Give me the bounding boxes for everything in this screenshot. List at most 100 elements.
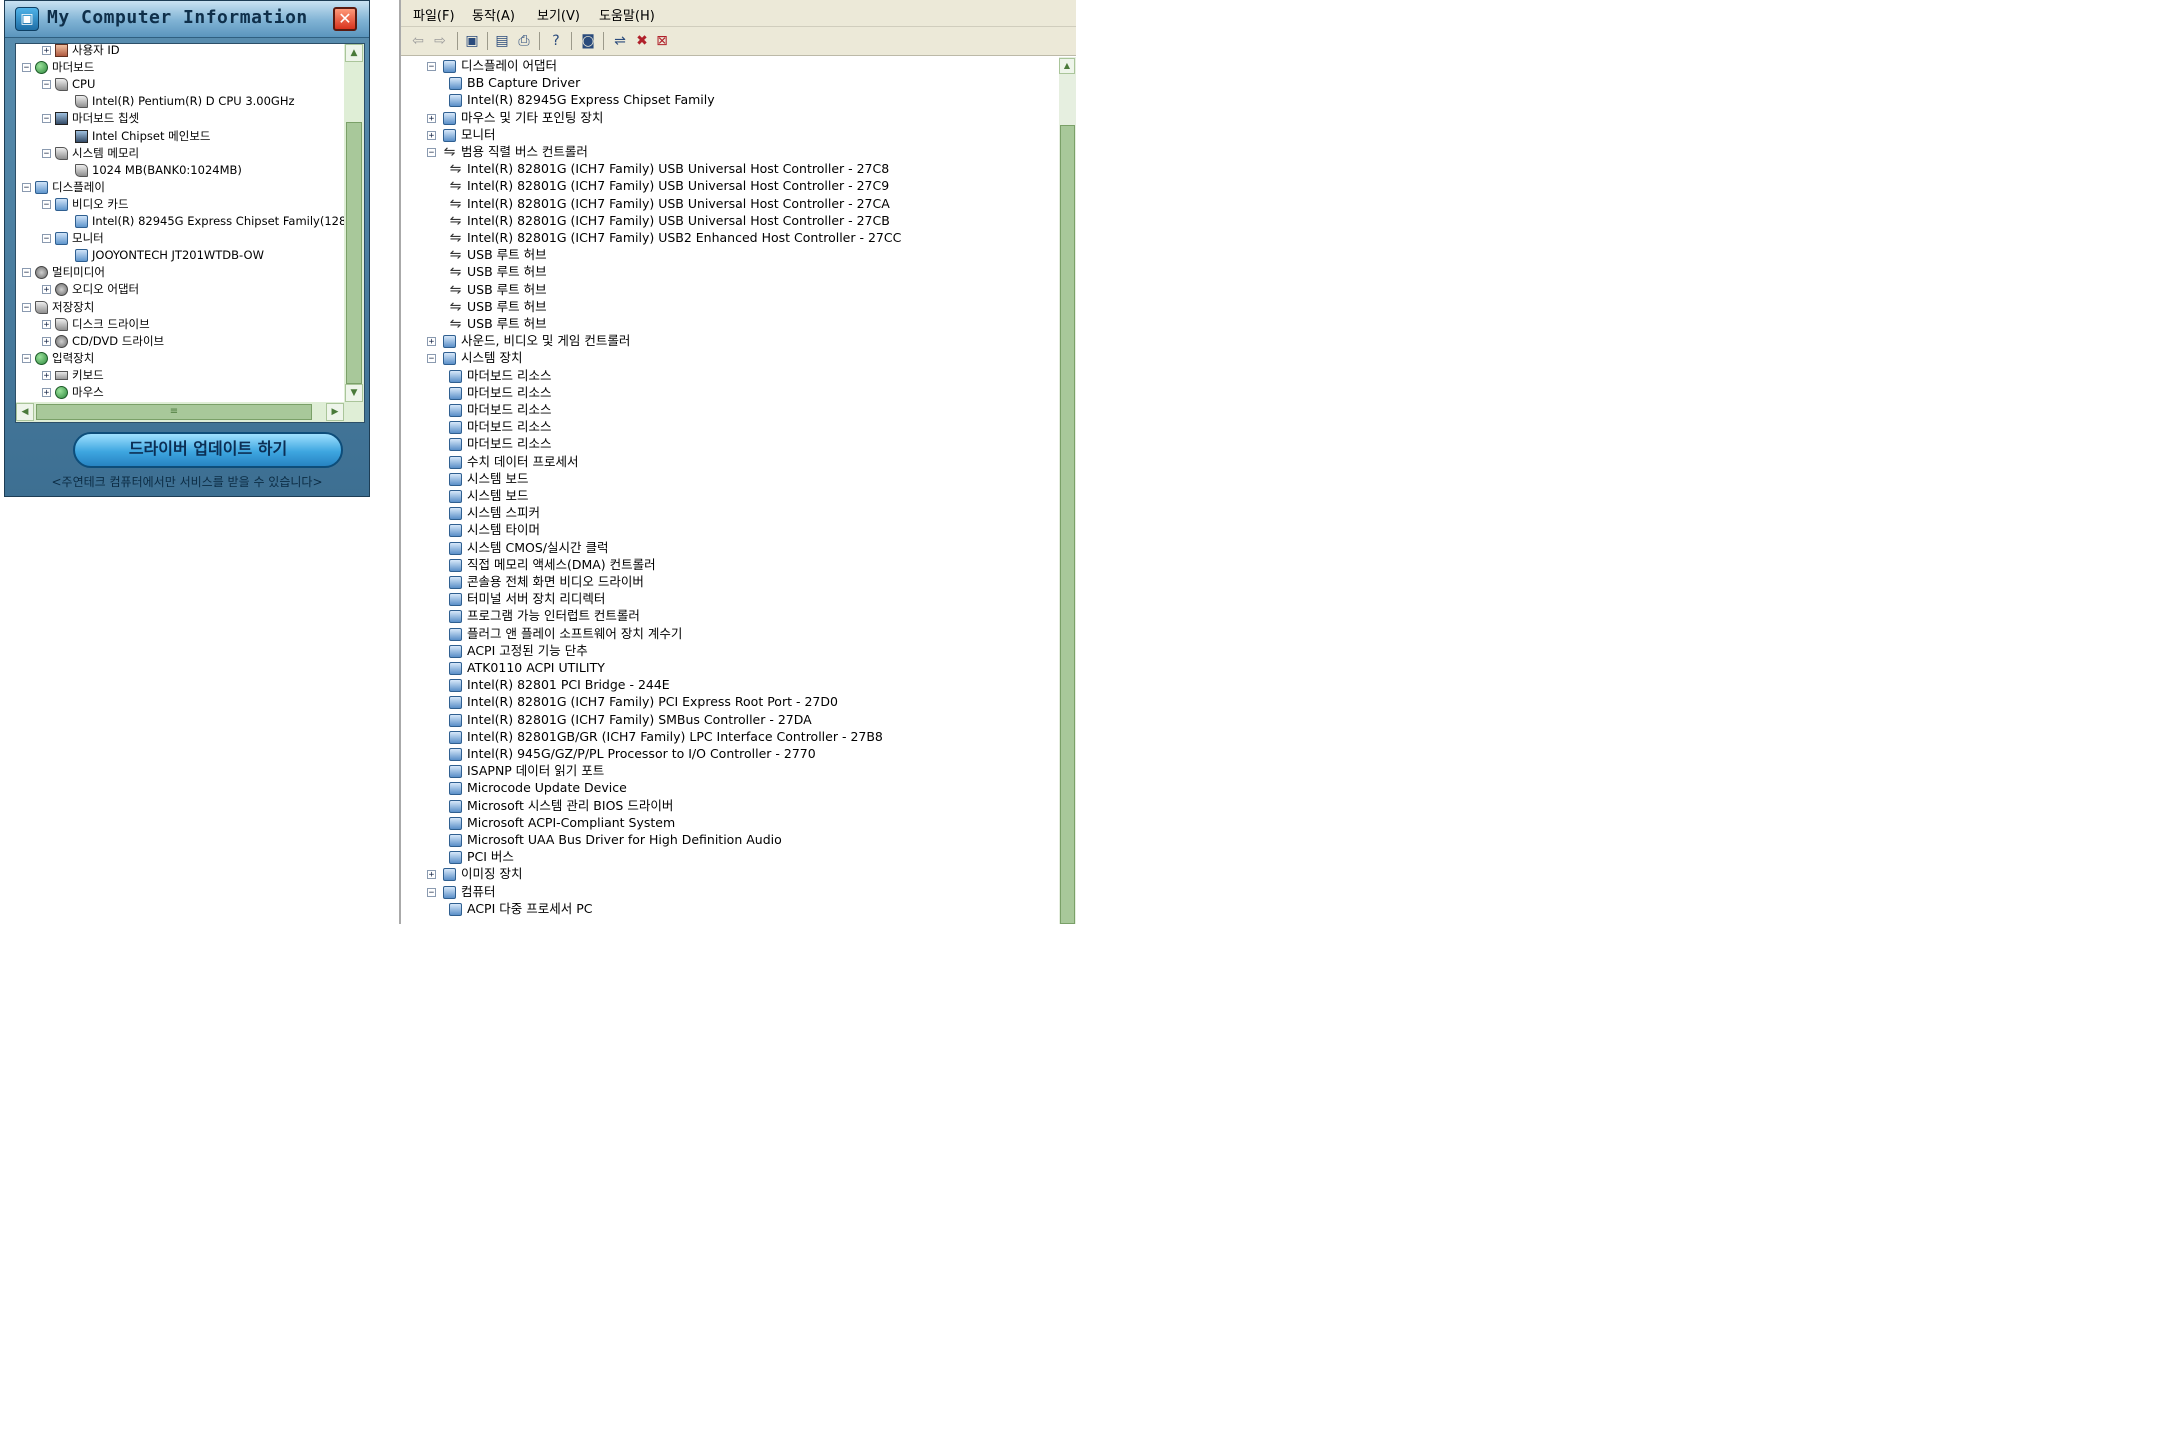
properties-icon[interactable]: ▤ xyxy=(493,32,511,50)
collapse-minus-icon[interactable]: − xyxy=(22,63,31,73)
tree-item[interactable]: − 모니터 xyxy=(42,230,104,246)
device-tree-item[interactable]: Microcode Update Device xyxy=(449,779,627,796)
tree-item[interactable]: − 저장장치 xyxy=(22,299,94,315)
device-tree-item[interactable]: 프로그램 가능 인터럽트 컨트롤러 xyxy=(449,607,640,624)
device-tree-item[interactable]: 시스템 보드 xyxy=(449,470,528,487)
device-tree-item[interactable]: 마더보드 리소스 xyxy=(449,435,551,452)
device-tree-item[interactable]: ⇋ Intel(R) 82801G (ICH7 Family) USB Unive… xyxy=(449,177,890,194)
collapse-minus-icon[interactable]: − xyxy=(42,80,51,90)
device-tree-item[interactable]: ⇋ Intel(R) 82801G (ICH7 Family) USB2 Enha… xyxy=(449,229,902,246)
expand-plus-icon[interactable]: + xyxy=(42,319,51,329)
device-tree-item[interactable]: Microsoft 시스템 관리 BIOS 드라이버 xyxy=(449,797,673,814)
device-tree-item[interactable]: 마더보드 리소스 xyxy=(449,418,551,435)
device-tree-item[interactable]: 시스템 보드 xyxy=(449,487,528,504)
device-tree-item[interactable]: 시스템 스피커 xyxy=(449,504,540,521)
collapse-minus-icon[interactable]: − xyxy=(22,268,31,278)
device-tree-item[interactable]: Microsoft ACPI-Compliant System xyxy=(449,814,675,831)
device-tree-item[interactable]: ACPI 고정된 기능 단추 xyxy=(449,642,588,659)
tree-item[interactable]: − 시스템 메모리 xyxy=(42,145,139,161)
expand-plus-icon[interactable]: + xyxy=(42,285,51,295)
tree-item[interactable]: − 멀티미디어 xyxy=(22,264,105,280)
collapse-minus-icon[interactable]: − xyxy=(22,182,31,192)
collapse-minus-icon[interactable]: − xyxy=(427,148,436,158)
tree-item[interactable]: + 마우스 xyxy=(42,384,104,400)
tree-item[interactable]: − 마더보드 xyxy=(22,59,94,75)
device-tree-item[interactable]: Intel(R) 82945G Express Chipset Family xyxy=(449,91,715,108)
scroll-thumb[interactable] xyxy=(1060,125,1075,924)
expand-plus-icon[interactable]: + xyxy=(42,336,51,346)
device-tree-item[interactable]: ⇋ USB 루트 허브 xyxy=(449,246,547,263)
device-tree-item[interactable]: − 컴퓨터 xyxy=(427,883,496,900)
tree-item[interactable]: + 사용자 ID xyxy=(42,44,120,58)
device-tree-item[interactable]: 직접 메모리 액세스(DMA) 컨트롤러 xyxy=(449,556,656,573)
device-tree-item[interactable]: − 디스플레이 어댑터 xyxy=(427,57,557,74)
help-icon[interactable]: ? xyxy=(547,32,565,50)
collapse-minus-icon[interactable]: − xyxy=(427,62,436,72)
device-tree-item[interactable]: 플러그 앤 플레이 소프트웨어 장치 계수기 xyxy=(449,625,682,642)
uninstall-icon[interactable]: ⊠ xyxy=(653,32,671,50)
device-tree-item[interactable]: BB Capture Driver xyxy=(449,74,580,91)
tree-item[interactable]: − 디스플레이 xyxy=(22,179,105,195)
device-tree-item[interactable]: ISAPNP 데이터 읽기 포트 xyxy=(449,762,604,779)
device-tree-item[interactable]: Intel(R) 82801GB/GR (ICH7 Family) LPC In… xyxy=(449,728,883,745)
device-tree-item[interactable]: Intel(R) 945G/GZ/P/PL Processor to I/O C… xyxy=(449,745,816,762)
vertical-scrollbar[interactable]: ▲ ▼ xyxy=(344,44,364,402)
device-tree-item[interactable]: 시스템 CMOS/실시간 클럭 xyxy=(449,539,608,556)
tree-item[interactable]: Intel(R) 82945G Express Chipset Family(1… xyxy=(62,213,344,229)
tree-item[interactable]: − 비디오 카드 xyxy=(42,196,129,212)
tree-item[interactable]: + 오디오 어댑터 xyxy=(42,281,139,297)
device-tree-item[interactable]: ⇋ USB 루트 허브 xyxy=(449,298,547,315)
close-button[interactable]: ✕ xyxy=(333,7,357,31)
expand-plus-icon[interactable]: + xyxy=(427,113,436,123)
vertical-scrollbar[interactable]: ▲ xyxy=(1059,57,1076,924)
collapse-minus-icon[interactable]: − xyxy=(42,199,51,209)
tree-item[interactable]: + CD/DVD 드라이브 xyxy=(42,333,164,349)
hscroll-thumb[interactable]: ≡ xyxy=(36,404,312,420)
collapse-minus-icon[interactable]: − xyxy=(42,234,51,244)
expand-plus-icon[interactable]: + xyxy=(427,870,436,880)
device-tree-item[interactable]: + 사운드, 비디오 및 게임 컨트롤러 xyxy=(427,332,630,349)
device-tree-item[interactable]: + 모니터 xyxy=(427,126,496,143)
scroll-up-arrow-icon[interactable]: ▲ xyxy=(345,44,363,62)
tree-item[interactable]: Intel(R) Pentium(R) D CPU 3.00GHz xyxy=(62,93,295,109)
up-icon[interactable]: ▣ xyxy=(463,32,481,50)
tree-item[interactable]: Intel Chipset 메인보드 xyxy=(62,128,210,144)
collapse-minus-icon[interactable]: − xyxy=(42,114,51,124)
device-tree-item[interactable]: 시스템 타이머 xyxy=(449,521,540,538)
driver-update-button[interactable]: 드라이버 업데이트 하기 xyxy=(73,432,343,468)
device-tree-item[interactable]: 콘솔용 전체 화면 비디오 드라이버 xyxy=(449,573,644,590)
scroll-left-arrow-icon[interactable]: ◀ xyxy=(16,403,34,421)
tree-item[interactable]: − 마더보드 칩셋 xyxy=(42,110,139,126)
expand-plus-icon[interactable]: + xyxy=(42,388,51,398)
device-tree-item[interactable]: Intel(R) 82801 PCI Bridge - 244E xyxy=(449,676,670,693)
collapse-minus-icon[interactable]: − xyxy=(22,353,31,363)
expand-plus-icon[interactable]: + xyxy=(42,370,51,380)
menu-file[interactable]: 파일(F) xyxy=(413,5,455,24)
scan-icon[interactable]: ◙ xyxy=(579,32,597,50)
device-tree-item[interactable]: ACPI 다중 프로세서 PC xyxy=(449,900,592,917)
scroll-up-arrow-icon[interactable]: ▲ xyxy=(1059,58,1075,74)
device-tree-item[interactable]: 마더보드 리소스 xyxy=(449,384,551,401)
menu-help[interactable]: 도움말(H) xyxy=(599,5,655,24)
device-tree-item[interactable]: ⇋ USB 루트 허브 xyxy=(449,281,547,298)
collapse-minus-icon[interactable]: − xyxy=(427,354,436,364)
device-tree-item[interactable]: ⇋ Intel(R) 82801G (ICH7 Family) USB Unive… xyxy=(449,195,890,212)
device-tree-item[interactable]: PCI 버스 xyxy=(449,848,514,865)
device-tree-item[interactable]: Microsoft UAA Bus Driver for High Defini… xyxy=(449,831,782,848)
update-driver-icon[interactable]: ⇌ xyxy=(611,32,629,50)
device-tree-item[interactable]: ⇋ USB 루트 허브 xyxy=(449,315,547,332)
device-tree-item[interactable]: Intel(R) 82801G (ICH7 Family) SMBus Cont… xyxy=(449,711,812,728)
scroll-down-arrow-icon[interactable]: ▼ xyxy=(345,384,363,402)
device-tree-item[interactable]: 마더보드 리소스 xyxy=(449,367,551,384)
device-tree-item[interactable]: + 마우스 및 기타 포인팅 장치 xyxy=(427,109,603,126)
collapse-minus-icon[interactable]: − xyxy=(42,148,51,158)
device-tree-item[interactable]: ATK0110 ACPI UTILITY xyxy=(449,659,605,676)
device-tree-item[interactable]: ⇋ USB 루트 허브 xyxy=(449,263,547,280)
collapse-minus-icon[interactable]: − xyxy=(427,887,436,897)
print-icon[interactable]: ⎙ xyxy=(515,32,533,50)
tree-item[interactable]: − 입력장치 xyxy=(22,350,94,366)
forward-icon[interactable]: ⇨ xyxy=(431,32,449,50)
tree-item[interactable]: + 키보드 xyxy=(42,367,104,383)
device-tree-item[interactable]: ⇋ Intel(R) 82801G (ICH7 Family) USB Unive… xyxy=(449,212,890,229)
tree-item[interactable]: + 디스크 드라이브 xyxy=(42,316,150,332)
